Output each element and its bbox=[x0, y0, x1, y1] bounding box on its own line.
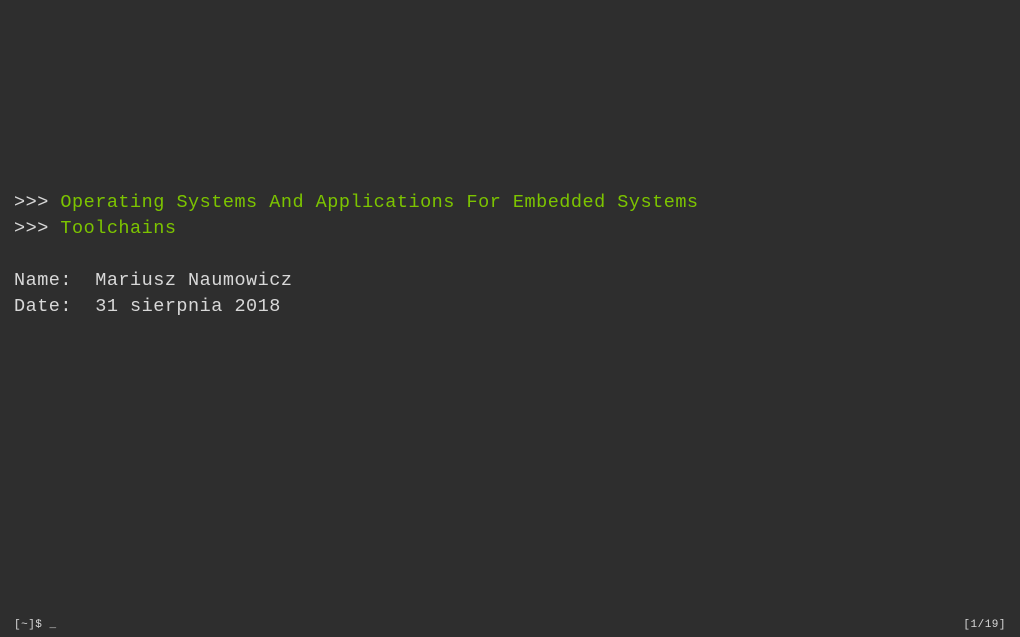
date-label: Date: bbox=[14, 296, 95, 317]
name-value: Mariusz Naumowicz bbox=[95, 270, 292, 291]
prompt-marker: >>> bbox=[14, 192, 60, 213]
title-line-2: >>> Toolchains bbox=[14, 216, 1020, 242]
page-indicator: [1/19] bbox=[963, 619, 1006, 631]
name-label: Name: bbox=[14, 270, 95, 291]
prompt-marker: >>> bbox=[14, 218, 60, 239]
date-line: Date: 31 sierpnia 2018 bbox=[14, 294, 1020, 320]
date-value: 31 sierpnia 2018 bbox=[95, 296, 281, 317]
spacer bbox=[14, 242, 1020, 268]
footer-prompt: [~]$ _ bbox=[14, 619, 57, 631]
name-line: Name: Mariusz Naumowicz bbox=[14, 268, 1020, 294]
footer: [~]$ _ [1/19] bbox=[0, 619, 1020, 631]
title-text-1: Operating Systems And Applications For E… bbox=[60, 192, 698, 213]
title-text-2: Toolchains bbox=[60, 218, 176, 239]
slide-content: >>> Operating Systems And Applications F… bbox=[0, 0, 1020, 320]
title-line-1: >>> Operating Systems And Applications F… bbox=[14, 190, 1020, 216]
